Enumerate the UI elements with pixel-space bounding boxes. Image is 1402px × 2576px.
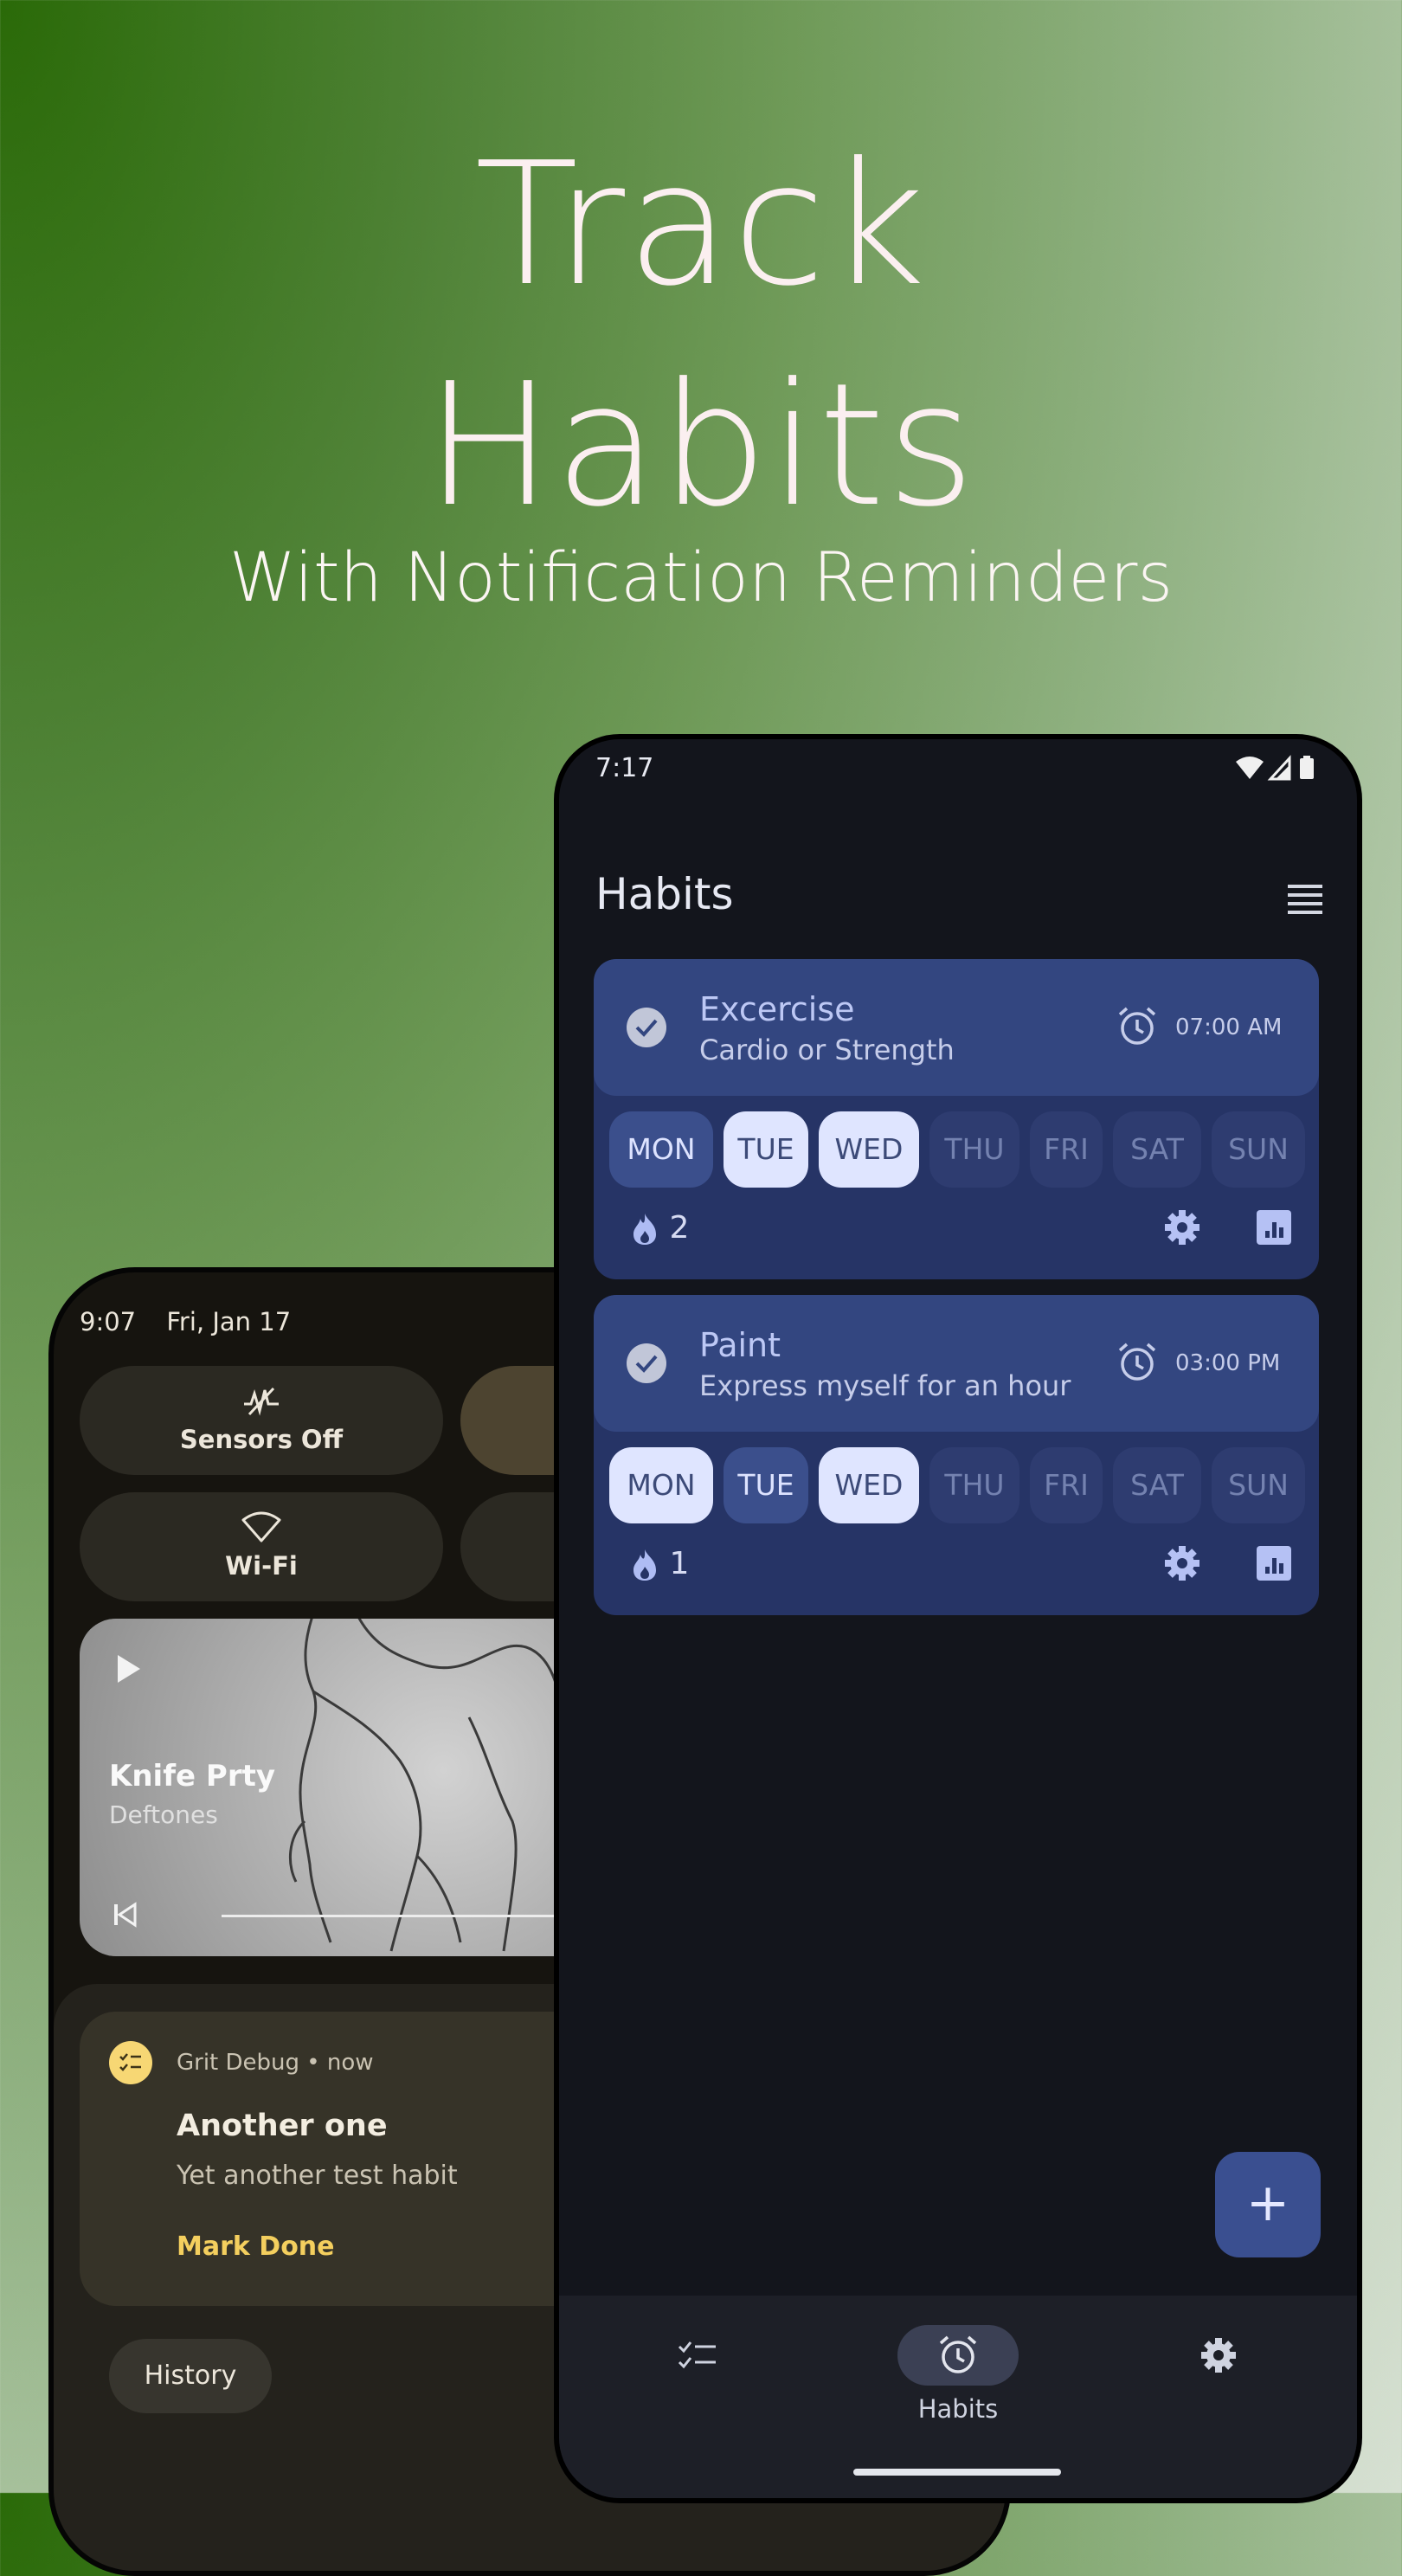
day-sun[interactable]: SUN <box>1212 1447 1305 1523</box>
day-mon[interactable]: MON <box>609 1447 713 1523</box>
home-indicator[interactable] <box>853 2469 1061 2476</box>
notification-title: Another one <box>177 2109 388 2143</box>
play-icon[interactable] <box>118 1655 140 1683</box>
day-tue[interactable]: TUE <box>724 1111 808 1188</box>
habit-card-header[interactable]: Paint Express myself for an hour 03:00 P… <box>594 1295 1319 1432</box>
weekday-selector: MON TUE WED THU FRI SAT SUN <box>609 1111 1309 1188</box>
weekday-selector: MON TUE WED THU FRI SAT SUN <box>609 1447 1309 1523</box>
streak-count: 2 <box>669 1210 690 1246</box>
nav-item-settings[interactable] <box>1132 2325 1305 2386</box>
history-button[interactable]: History <box>109 2339 272 2413</box>
quick-tile-wifi[interactable]: Wi-Fi <box>80 1492 443 1601</box>
habit-reminder-time: 03:00 PM <box>1175 1350 1281 1376</box>
fire-icon <box>633 1549 656 1581</box>
check-icon[interactable] <box>627 1008 666 1047</box>
streak-count: 1 <box>669 1546 690 1581</box>
habits-app-phone: 7:17 Habits Excercise Cardio or Strength… <box>554 734 1362 2503</box>
notification-app-name: Grit Debug • now <box>177 2050 374 2076</box>
add-habit-button[interactable]: + <box>1215 2152 1321 2257</box>
habit-name: Paint <box>699 1326 781 1364</box>
day-sun[interactable]: SUN <box>1212 1111 1305 1188</box>
bottom-navigation: Habits <box>559 2296 1357 2498</box>
habit-reminder-time: 07:00 AM <box>1175 1014 1283 1040</box>
media-song-title: Knife Prty <box>109 1759 275 1794</box>
day-mon[interactable]: MON <box>609 1111 713 1188</box>
quick-tile-label: Wi-Fi <box>225 1551 298 1581</box>
wifi-icon <box>80 1511 443 1550</box>
day-thu[interactable]: THU <box>929 1447 1019 1523</box>
nav-label-habits: Habits <box>917 2394 999 2424</box>
gear-icon[interactable] <box>1161 1542 1203 1584</box>
day-wed[interactable]: WED <box>819 1447 919 1523</box>
stats-icon[interactable] <box>1257 1546 1291 1581</box>
alarm-icon <box>1118 1007 1156 1045</box>
day-tue[interactable]: TUE <box>724 1447 808 1523</box>
quick-tile-sensors-off[interactable]: Sensors Off <box>80 1366 443 1475</box>
sensors-off-icon <box>80 1385 443 1426</box>
alarm-icon <box>1118 1343 1156 1381</box>
shade-time: 9:07 <box>80 1307 137 1336</box>
hero-title-line1: Track <box>474 126 928 324</box>
hero-title-line2: Habits <box>425 347 977 544</box>
mark-done-button[interactable]: Mark Done <box>177 2231 335 2262</box>
nav-item-tasks[interactable] <box>611 2325 784 2386</box>
quick-tile-label: Sensors Off <box>179 1425 344 1454</box>
notification-text: Yet another test habit <box>177 2161 458 2191</box>
fire-icon <box>633 1214 656 1245</box>
habit-card[interactable]: Paint Express myself for an hour 03:00 P… <box>594 1295 1319 1615</box>
day-thu[interactable]: THU <box>929 1111 1019 1188</box>
stats-icon[interactable] <box>1257 1210 1291 1245</box>
checklist-icon <box>678 2341 716 2369</box>
wifi-icon <box>1236 757 1264 779</box>
gear-icon[interactable] <box>1161 1207 1203 1248</box>
habit-description: Express myself for an hour <box>699 1369 1071 1402</box>
alarm-icon <box>939 2335 977 2373</box>
shade-status-bar: 9:07 Fri, Jan 17 <box>80 1307 313 1336</box>
hero-subtitle: With Notification Reminders <box>228 539 1174 617</box>
media-artist: Deftones <box>109 1800 218 1829</box>
day-wed[interactable]: WED <box>819 1111 919 1188</box>
view-list-icon[interactable] <box>1288 885 1322 919</box>
nav-item-habits[interactable]: Habits <box>871 2325 1045 2424</box>
settings-icon <box>1201 2338 1236 2373</box>
habit-streak: 1 <box>630 1546 689 1582</box>
day-sat[interactable]: SAT <box>1113 1111 1201 1188</box>
status-icons <box>1234 755 1321 784</box>
habit-name: Excercise <box>699 990 855 1028</box>
habit-streak: 2 <box>630 1210 689 1246</box>
checklist-app-icon <box>109 2041 152 2084</box>
status-time: 7:17 <box>595 753 654 783</box>
day-fri[interactable]: FRI <box>1030 1111 1103 1188</box>
day-fri[interactable]: FRI <box>1030 1447 1103 1523</box>
battery-icon <box>1300 758 1314 779</box>
habit-card[interactable]: Excercise Cardio or Strength 07:00 AM MO… <box>594 959 1319 1279</box>
habit-description: Cardio or Strength <box>699 1034 955 1066</box>
day-sat[interactable]: SAT <box>1113 1447 1201 1523</box>
page-title: Habits <box>595 869 734 919</box>
skip-previous-icon[interactable] <box>111 1901 138 1929</box>
shade-date: Fri, Jan 17 <box>166 1307 292 1336</box>
habit-card-header[interactable]: Excercise Cardio or Strength 07:00 AM <box>594 959 1319 1096</box>
check-icon[interactable] <box>627 1343 666 1383</box>
